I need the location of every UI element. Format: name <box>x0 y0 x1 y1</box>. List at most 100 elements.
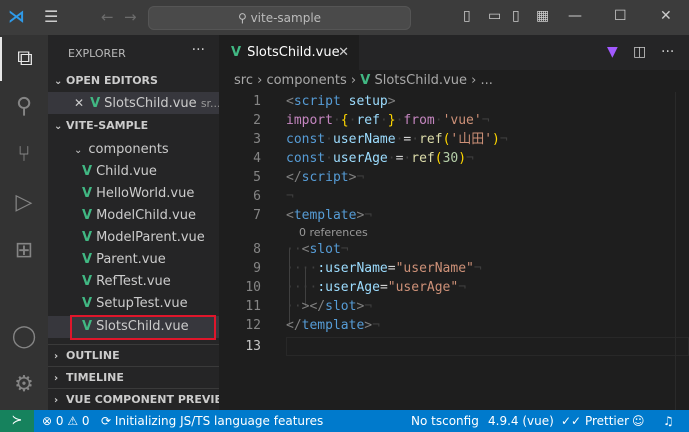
editor-scrollbar[interactable] <box>675 92 689 410</box>
tab-slotschild[interactable]: V SlotsChild.vue ✕ <box>219 35 359 70</box>
code-line: </script>¬ <box>286 170 365 185</box>
extensions-icon[interactable]: ⊞ <box>0 229 48 273</box>
vue-file-icon: V <box>82 186 93 201</box>
chevron-down-icon: ⌄ <box>54 76 63 87</box>
chevron-down-icon: ⌄ <box>54 121 63 132</box>
vue-file-icon: V <box>82 164 93 179</box>
minimize-icon[interactable]: — <box>568 8 582 24</box>
folder-components[interactable]: ⌄ components <box>48 139 219 161</box>
status-bar: ≻ ⊗ 0 ⚠ 0 ⟳ Initializing JS/TS language … <box>0 410 689 432</box>
more-actions-icon[interactable]: ··· <box>192 42 205 58</box>
vue-file-icon: V <box>82 230 93 245</box>
accounts-icon[interactable]: ◯ <box>0 315 48 359</box>
breadcrumb: src › components › V SlotsChild.vue › ..… <box>234 73 493 88</box>
manage-gear-icon[interactable]: ⚙ <box>0 363 48 407</box>
editor-tabs: V SlotsChild.vue ✕ ▼ ◫ ··· <box>219 35 689 70</box>
notifications-bell-icon[interactable]: ♫ <box>663 410 674 432</box>
code-line: ····:userAge="userAge"¬ <box>286 280 467 295</box>
explorer-sidebar: EXPLORER ··· ⌄ OPEN EDITORS ✕ V SlotsChild.… <box>48 35 219 410</box>
explorer-icon[interactable]: ⧉ <box>0 37 48 81</box>
more-actions-icon[interactable]: ··· <box>661 44 674 60</box>
line-number: 3 <box>253 132 261 147</box>
chevron-right-icon: › <box>54 395 59 406</box>
line-number: 1 <box>253 94 261 109</box>
chevron-right-icon: › <box>54 351 59 362</box>
line-number: 2 <box>253 113 261 128</box>
timeline-section[interactable]: › TIMELINE <box>48 366 219 388</box>
code-line: const·userAge·=·ref(30)¬ <box>286 151 474 166</box>
split-editor-icon[interactable]: ◫ <box>633 44 646 60</box>
vscode-logo-icon: ⋊ <box>8 7 25 27</box>
file-item[interactable]: V RefTest.vue <box>48 271 219 293</box>
vue-file-icon: V <box>360 73 371 88</box>
line-number: 6 <box>253 189 261 204</box>
project-section[interactable]: ⌄ VITE-SAMPLE <box>48 115 219 137</box>
vue-preview-section[interactable]: › VUE COMPONENT PREVIEW <box>48 388 219 410</box>
file-item[interactable]: V ModelParent.vue <box>48 227 219 249</box>
line-number: 10 <box>245 280 261 295</box>
file-item[interactable]: V Child.vue <box>48 161 219 183</box>
vue-file-icon: V <box>82 296 93 311</box>
vue-file-icon: V <box>90 96 101 111</box>
problems-indicator[interactable]: ⊗ 0 ⚠ 0 <box>42 410 90 432</box>
command-center-search[interactable]: ⚲ vite-sample <box>148 6 411 30</box>
open-editor-item[interactable]: ✕ V SlotsChild.vue sr... <box>48 92 219 114</box>
toggle-panel-icon[interactable]: ▭ <box>488 8 501 24</box>
tsconfig-status[interactable]: No tsconfig <box>411 410 479 432</box>
selection-highlight-box <box>70 315 216 340</box>
line-number: 9 <box>253 261 261 276</box>
back-arrow-icon[interactable]: ← <box>101 9 114 25</box>
code-line: import·{·ref·}·from·'vue'¬ <box>286 113 490 128</box>
run-debug-icon[interactable]: ▷ <box>0 181 48 225</box>
codelens-references[interactable]: 0 references <box>299 226 368 240</box>
file-item[interactable]: V ModelChild.vue <box>48 205 219 227</box>
open-editors-section[interactable]: ⌄ OPEN EDITORS <box>48 70 219 92</box>
chevron-right-icon: › <box>54 373 59 384</box>
code-line: <template>¬ <box>286 208 373 223</box>
menu-icon[interactable]: ☰ <box>44 9 58 25</box>
file-item[interactable]: V Parent.vue <box>48 249 219 271</box>
line-number: 7 <box>253 208 261 223</box>
vue-preview-icon[interactable]: ▼ <box>607 44 618 60</box>
outline-section[interactable]: › OUTLINE <box>48 344 219 366</box>
code-editor[interactable]: 1 2 3 4 5 6 7 8 9 10 11 12 13 <script se… <box>219 92 689 410</box>
line-number-current: 13 <box>245 339 261 354</box>
source-control-icon[interactable]: ⑂ <box>0 133 48 177</box>
vue-file-icon: V <box>82 274 93 289</box>
search-view-icon[interactable]: ⚲ <box>0 85 48 129</box>
maximize-icon[interactable]: ☐ <box>614 8 627 24</box>
vue-file-icon: V <box>82 252 93 267</box>
code-line: const·userName·=·ref('山田')¬ <box>286 132 508 147</box>
line-number: 4 <box>253 151 261 166</box>
prettier-status[interactable]: ✓✓ Prettier <box>561 410 629 432</box>
language-status[interactable]: ⟳ Initializing JS/TS language features <box>101 410 323 432</box>
line-number: 8 <box>253 242 261 257</box>
typescript-version[interactable]: 4.9.4 (vue) <box>488 410 554 432</box>
search-text: vite-sample <box>250 11 322 25</box>
title-bar: ⋊ ☰ ← → ⚲ vite-sample ▯ ▭ ▯ ▦ — ☐ ✕ <box>0 0 689 35</box>
line-number: 12 <box>245 318 261 333</box>
code-line: ····:userName="userName"¬ <box>286 261 482 276</box>
activity-bar: ⧉ ⚲ ⑂ ▷ ⊞ ◯ ⚙ <box>0 35 48 410</box>
customize-layout-icon[interactable]: ▦ <box>536 8 549 24</box>
code-line: ¬ <box>286 189 294 204</box>
close-tab-icon[interactable]: ✕ <box>338 36 349 70</box>
close-icon[interactable]: ✕ <box>74 96 84 110</box>
vue-file-icon: V <box>82 208 93 223</box>
explorer-title: EXPLORER <box>68 47 126 60</box>
line-number: 5 <box>253 170 261 185</box>
toggle-secondary-sidebar-icon[interactable]: ▯ <box>512 8 520 24</box>
forward-arrow-icon[interactable]: → <box>124 9 137 25</box>
vue-file-icon: V <box>231 45 242 60</box>
code-line: ··></slot>¬ <box>286 299 373 314</box>
remote-indicator-icon[interactable]: ≻ <box>0 410 34 432</box>
code-line: </template>¬ <box>286 318 380 333</box>
close-icon[interactable]: ✕ <box>660 8 672 24</box>
file-item[interactable]: V SetupTest.vue <box>48 293 219 315</box>
code-line: <script setup> <box>286 94 396 109</box>
toggle-primary-sidebar-icon[interactable]: ▯ <box>463 8 471 24</box>
feedback-icon[interactable]: ☺ <box>632 410 645 432</box>
search-icon: ⚲ <box>237 11 251 25</box>
current-line <box>286 337 689 356</box>
file-item[interactable]: V HelloWorld.vue <box>48 183 219 205</box>
